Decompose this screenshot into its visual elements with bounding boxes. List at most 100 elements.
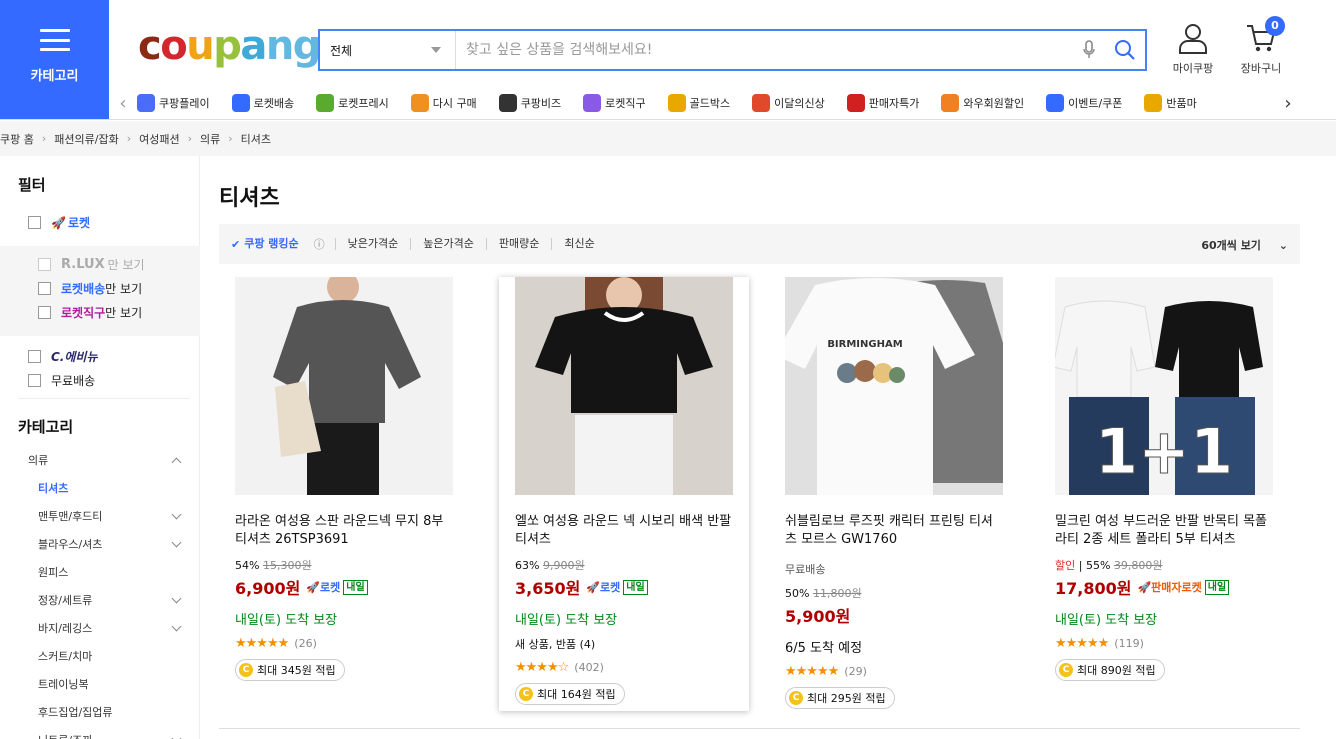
original-price: 15,300원 bbox=[262, 559, 312, 572]
sort-option[interactable]: 최신순 bbox=[551, 238, 606, 250]
delivery-info: 6/5 도착 예정 bbox=[785, 641, 863, 656]
product-name[interactable]: 라라온 여성용 스판 라운드넥 무지 8부 티셔츠 26TSP3691 bbox=[235, 513, 453, 549]
nav-item-label: 이달의신상 bbox=[774, 97, 825, 110]
chevron-down-icon: ⌄ bbox=[1278, 239, 1288, 252]
return-info[interactable]: 새 상품, 반품 (4) bbox=[515, 636, 733, 652]
search-category-select[interactable]: 전체 bbox=[320, 31, 456, 69]
search-icon[interactable] bbox=[1105, 31, 1145, 69]
quick-nav: ‹ 쿠팡플레이 로켓배송 로켓프레시 다시 구매 쿠팡비즈 로켓직구 골드박스 이달의신상 판매… bbox=[109, 88, 1336, 118]
checkbox[interactable] bbox=[38, 258, 51, 271]
sort-option[interactable]: 판매량순 bbox=[485, 238, 551, 250]
filter-rocket[interactable]: 🚀 로켓 bbox=[28, 214, 90, 231]
product-image[interactable] bbox=[515, 277, 733, 495]
category-item[interactable]: 원피스 bbox=[38, 558, 188, 586]
chevron-down-icon[interactable] bbox=[171, 621, 182, 631]
category-item[interactable]: 니트류/조끼 bbox=[38, 726, 188, 739]
rocket-icon bbox=[231, 94, 250, 112]
biz-icon bbox=[498, 94, 517, 112]
chevron-down-icon[interactable] bbox=[171, 537, 182, 547]
filter-c-avenue[interactable]: C.에비뉴 bbox=[28, 348, 98, 365]
user-icon bbox=[1179, 24, 1207, 54]
breadcrumb-link[interactable]: 의류 bbox=[200, 131, 220, 147]
star-rating-icon: ★★★★★ bbox=[785, 664, 839, 679]
breadcrumb-link[interactable]: 쿠팡 홈 bbox=[0, 131, 34, 147]
category-item[interactable]: 정장/세트류 bbox=[38, 586, 188, 614]
nav-item[interactable]: 골드박스 bbox=[667, 94, 730, 112]
nav-item[interactable]: 로켓프레시 bbox=[316, 94, 389, 112]
coupang-logo[interactable]: coupang bbox=[138, 22, 321, 70]
free-shipping-tag: 무료배송 bbox=[785, 563, 826, 576]
sort-option[interactable]: 쿠팡 랭킹순 bbox=[244, 238, 310, 250]
nav-item[interactable]: 로켓직구 bbox=[583, 94, 646, 112]
filter-rlux-suffix: 만 보기 bbox=[107, 258, 145, 272]
checkbox[interactable] bbox=[38, 282, 51, 295]
points-label: 최대 295원 적립 bbox=[807, 692, 886, 705]
nav-item[interactable]: 로켓배송 bbox=[231, 94, 294, 112]
nav-item[interactable]: 쿠팡플레이 bbox=[137, 94, 210, 112]
checkbox[interactable] bbox=[28, 350, 41, 363]
product-image[interactable]: 1+1 bbox=[1055, 277, 1273, 495]
cart-button[interactable]: 0 장바구니 bbox=[1226, 16, 1296, 76]
per-page-select[interactable]: 60개씩 보기 ⌄ bbox=[1201, 237, 1288, 253]
product-card[interactable]: 엘쏘 여성용 라운드 넥 시보리 배색 반팔 티셔츠 63% 9,900원 3,65… bbox=[499, 277, 749, 711]
product-card[interactable]: BIRMINGHAM 쉬블림로브 루즈핏 캐릭터 프린팅 티셔츠 모르스 GW17… bbox=[769, 277, 1019, 709]
chevron-up-icon[interactable] bbox=[171, 457, 182, 467]
page-title: 티셔츠 bbox=[219, 186, 280, 211]
category-item[interactable]: 의류 bbox=[28, 446, 188, 474]
product-card[interactable]: 1+1 밀크린 여성 부드러운 반팔 반목티 목폴라티 2종 세트 폴라티 5부 … bbox=[1039, 277, 1289, 681]
nav-item[interactable]: 쿠팡비즈 bbox=[498, 94, 561, 112]
star-rating-icon: ★★★★☆ bbox=[515, 660, 569, 675]
sort-option[interactable]: 낮은가격순 bbox=[334, 238, 411, 250]
checkbox[interactable] bbox=[28, 216, 41, 229]
nav-item[interactable]: 와우회원할인 bbox=[941, 94, 1024, 112]
category-item[interactable]: 후드집업/집업류 bbox=[38, 698, 188, 726]
sale-price: 3,650원 bbox=[515, 579, 581, 598]
product-image[interactable] bbox=[235, 277, 453, 495]
nav-prev-icon[interactable]: ‹ bbox=[109, 93, 137, 114]
category-item-label: 후드집업/집업류 bbox=[38, 706, 113, 719]
filter-rocket-delivery[interactable]: 로켓배송 만 보기 bbox=[38, 280, 142, 297]
review-count: (402) bbox=[574, 661, 604, 674]
rocket-badge-label: 판매자로켓 bbox=[1151, 581, 1202, 594]
breadcrumb-link[interactable]: 여성패션 bbox=[139, 131, 179, 147]
nav-item[interactable]: 이달의신상 bbox=[752, 94, 825, 112]
tomorrow-badge: 내일 bbox=[1204, 579, 1230, 595]
info-icon[interactable]: ⓘ bbox=[314, 236, 325, 252]
category-item[interactable]: 바지/레깅스 bbox=[38, 614, 188, 642]
category-item[interactable]: 맨투맨/후드티 bbox=[38, 502, 188, 530]
nav-item[interactable]: 반품마 bbox=[1144, 94, 1197, 112]
sale-price: 6,900원 bbox=[235, 579, 301, 598]
chevron-down-icon[interactable] bbox=[171, 733, 182, 739]
product-image[interactable]: BIRMINGHAM bbox=[785, 277, 1003, 495]
category-item[interactable]: 스커트/치마 bbox=[38, 642, 188, 670]
nav-item[interactable]: 이벤트/쿠폰 bbox=[1046, 94, 1122, 112]
breadcrumb-link[interactable]: 패션의류/잡화 bbox=[54, 131, 118, 147]
sort-option[interactable]: 높은가격순 bbox=[410, 238, 486, 250]
filter-rocket-global[interactable]: 로켓직구 만 보기 bbox=[38, 304, 142, 321]
nav-item[interactable]: 다시 구매 bbox=[410, 94, 477, 112]
chevron-down-icon[interactable] bbox=[171, 509, 182, 519]
product-card[interactable]: 라라온 여성용 스판 라운드넥 무지 8부 티셔츠 26TSP3691 54% 1… bbox=[219, 277, 469, 681]
checkbox[interactable] bbox=[38, 306, 51, 319]
chevron-down-icon[interactable] bbox=[171, 593, 182, 603]
mypage-button[interactable]: 마이쿠팡 bbox=[1158, 22, 1228, 76]
microphone-icon[interactable] bbox=[1073, 31, 1105, 69]
product-name[interactable]: 밀크린 여성 부드러운 반팔 반목티 목폴라티 2종 세트 폴라티 5부 티셔츠 bbox=[1055, 513, 1273, 549]
checkbox[interactable] bbox=[28, 374, 41, 387]
category-item[interactable]: 트레이닝복 bbox=[38, 670, 188, 698]
filter-rlux-label: R.LUX bbox=[61, 257, 105, 272]
category-item[interactable]: 블라우스/셔츠 bbox=[38, 530, 188, 558]
rocket-badge: 🚀로켓 bbox=[306, 579, 340, 595]
nav-item[interactable]: 판매자특가 bbox=[846, 94, 919, 112]
product-name[interactable]: 엘쏘 여성용 라운드 넥 시보리 배색 반팔 티셔츠 bbox=[515, 513, 733, 549]
nav-next-icon[interactable]: › bbox=[1274, 93, 1302, 114]
filter-rlux[interactable]: R.LUX 만 보기 bbox=[38, 256, 145, 273]
category-item[interactable]: 티셔츠 bbox=[38, 474, 188, 502]
product-name[interactable]: 쉬블림로브 루즈핏 캐릭터 프린팅 티셔츠 모르스 GW1760 bbox=[785, 513, 1003, 549]
filter-free-shipping[interactable]: 무료배송 bbox=[28, 372, 95, 389]
category-menu-button[interactable]: 카테고리 bbox=[0, 0, 109, 119]
rocket-subfilters: R.LUX 만 보기 로켓배송 만 보기 로켓직구 만 보기 bbox=[0, 246, 200, 336]
points-badge: C 최대 345원 적립 bbox=[235, 659, 345, 681]
breadcrumb-link[interactable]: 티셔츠 bbox=[241, 131, 271, 147]
search-input[interactable] bbox=[456, 31, 1073, 69]
